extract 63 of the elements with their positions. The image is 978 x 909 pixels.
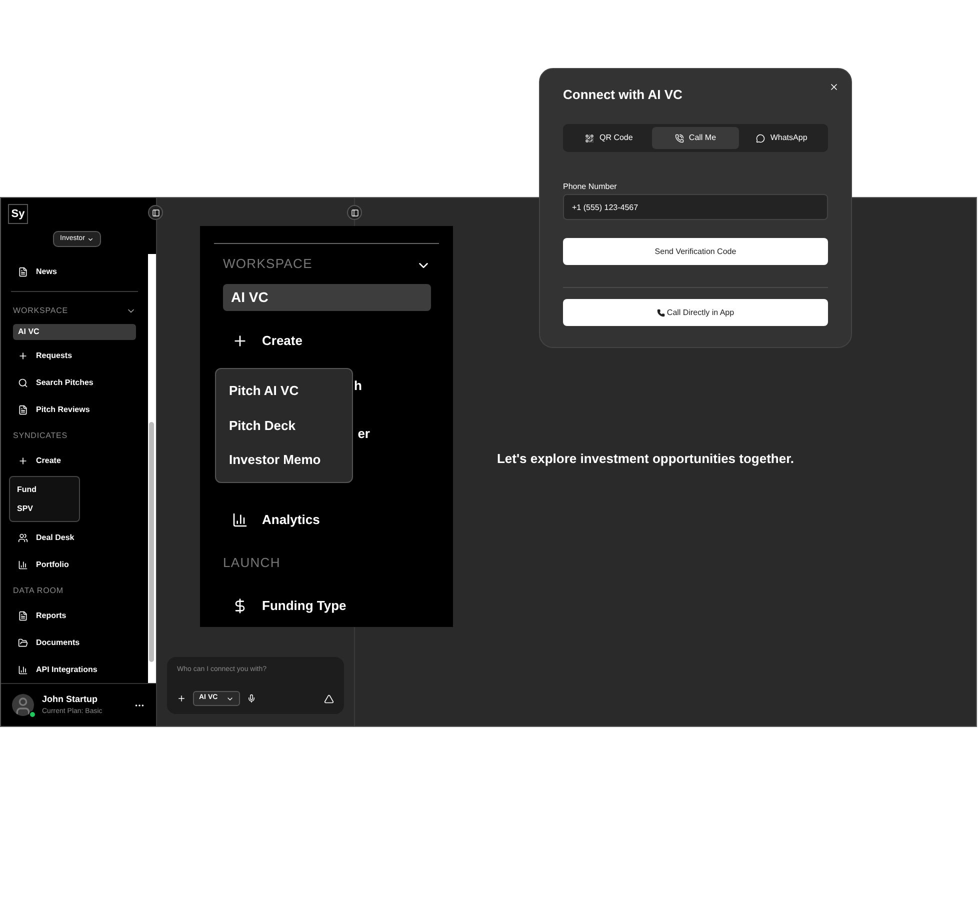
plus-icon bbox=[232, 333, 248, 349]
nav-item[interactable]: Analytics bbox=[223, 499, 439, 541]
avatar bbox=[12, 694, 34, 716]
triangle-icon[interactable] bbox=[324, 694, 334, 704]
tab[interactable]: WhatsApp bbox=[738, 127, 825, 149]
plus-icon bbox=[18, 350, 28, 361]
bar-chart-icon bbox=[18, 560, 28, 570]
tab[interactable]: Call Me bbox=[652, 127, 739, 149]
users-icon bbox=[18, 532, 28, 543]
sidebar-item[interactable]: Portfolio bbox=[1, 551, 148, 578]
sidebar-item[interactable]: API Integrations bbox=[1, 656, 148, 684]
welcome-message: Let's explore investment opportunities together. bbox=[496, 450, 794, 468]
scrollbar[interactable] bbox=[148, 254, 156, 684]
menu-item[interactable]: Investor Memo bbox=[229, 442, 339, 477]
phone-icon bbox=[656, 308, 665, 316]
section-header: WORKSPACE bbox=[13, 305, 68, 318]
submenu-item[interactable]: Fund bbox=[10, 480, 79, 500]
bar-chart-icon bbox=[18, 664, 28, 675]
phone-icon bbox=[674, 134, 684, 142]
bar-chart-icon bbox=[232, 512, 248, 528]
folder-icon bbox=[18, 638, 28, 648]
workspace-item[interactable]: AI VC bbox=[223, 284, 431, 311]
panel-left-icon bbox=[350, 208, 358, 216]
plus-icon bbox=[18, 456, 28, 466]
sidebar-item[interactable]: Deal Desk bbox=[1, 524, 148, 552]
sidebar-item[interactable]: Create bbox=[1, 447, 148, 474]
section-header: DATA ROOM bbox=[13, 585, 64, 598]
search-icon bbox=[18, 378, 28, 388]
menu-item[interactable]: Pitch Deck bbox=[229, 408, 339, 443]
menu-item-fragment: h bbox=[354, 377, 362, 396]
nav-item[interactable]: Create bbox=[223, 320, 439, 362]
document-icon bbox=[18, 610, 28, 621]
section-header: SYNDICATES bbox=[13, 430, 68, 442]
section-header: LAUNCH bbox=[223, 554, 280, 572]
close-icon[interactable] bbox=[829, 82, 839, 92]
menu-item-fragment: er bbox=[358, 425, 370, 444]
sidebar-item[interactable]: Search Pitches bbox=[1, 369, 148, 396]
document-icon bbox=[18, 266, 28, 277]
user-name: John Startup bbox=[42, 693, 98, 706]
menu-item[interactable]: Pitch AI VC bbox=[229, 374, 339, 408]
phone-number-field[interactable]: +1 (555) 123-4567 bbox=[563, 194, 828, 220]
plus-icon[interactable] bbox=[177, 694, 186, 703]
sidebar-item[interactable]: Requests bbox=[1, 342, 148, 370]
microphone-icon[interactable] bbox=[246, 694, 256, 703]
chat-bubble-icon bbox=[756, 134, 766, 142]
nav-item[interactable]: Funding Type bbox=[223, 585, 439, 627]
sidebar-item[interactable]: AI VC bbox=[13, 324, 136, 340]
section-header: WORKSPACE bbox=[223, 255, 312, 274]
submenu-item[interactable]: SPV bbox=[10, 499, 79, 518]
send-verification-button[interactable]: Send Verification Code bbox=[563, 238, 828, 265]
panel-left-icon bbox=[152, 208, 160, 216]
sidebar-item[interactable]: Documents bbox=[1, 629, 148, 656]
tab[interactable]: QR Code bbox=[566, 127, 652, 149]
sidebar-item[interactable]: Pitch Reviews bbox=[1, 396, 148, 424]
chevron-down-icon bbox=[86, 236, 94, 242]
sidebar-item[interactable]: Reports bbox=[1, 602, 148, 630]
logo: Sy bbox=[8, 204, 28, 224]
modal-title: Connect with AI VC bbox=[563, 86, 684, 103]
call-in-app-button[interactable]: Call Directly in App bbox=[563, 299, 828, 326]
sidebar-item[interactable]: News bbox=[1, 258, 148, 286]
field-label: Phone Number bbox=[563, 181, 618, 191]
document-icon bbox=[18, 404, 28, 415]
qr-code-icon bbox=[585, 134, 594, 142]
